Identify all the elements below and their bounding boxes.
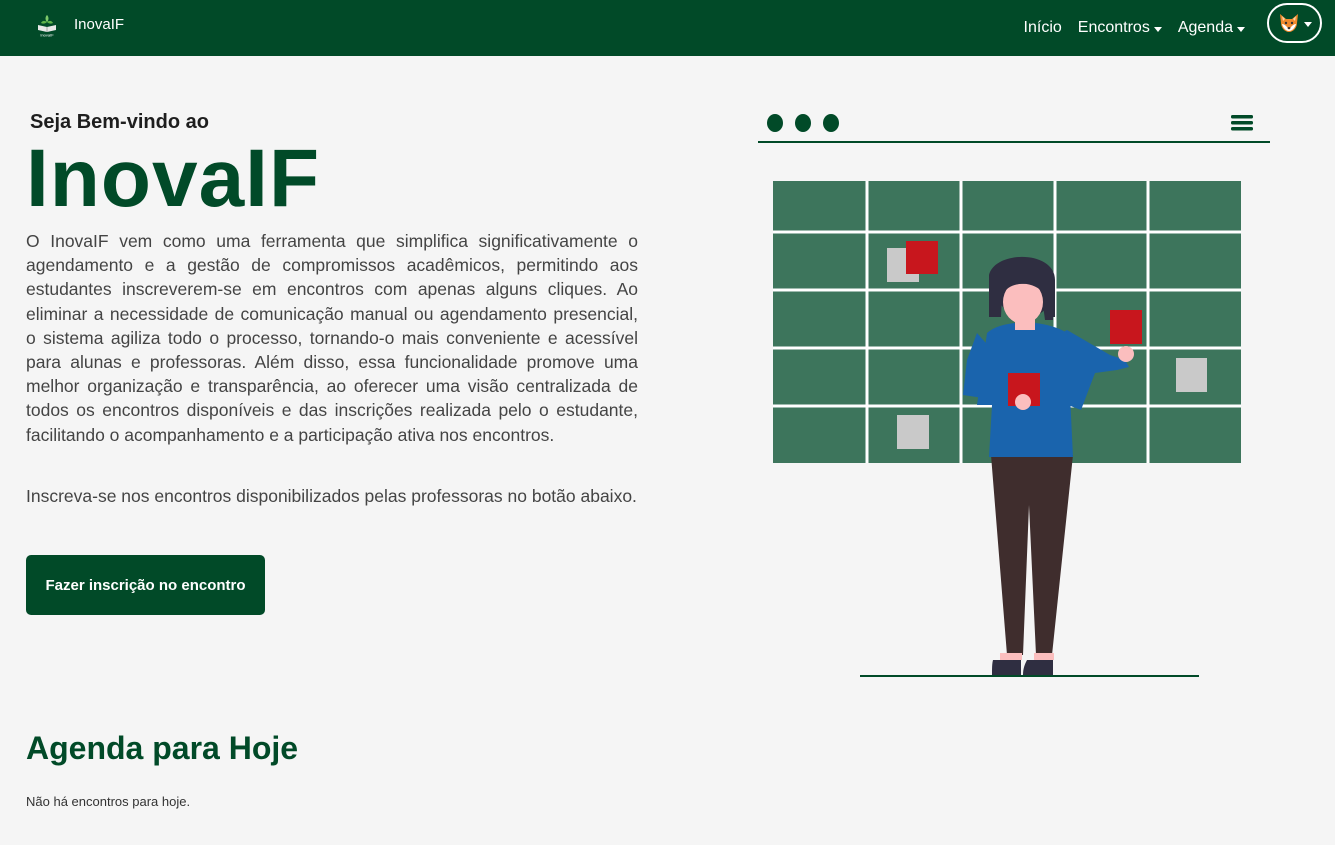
- brand-name: InovaIF: [74, 15, 125, 33]
- hero-title: InovaIF: [26, 133, 321, 224]
- window-dot-icon: [767, 114, 783, 132]
- nav-item-inicio[interactable]: Início: [1024, 19, 1062, 37]
- browser-header: [758, 114, 1270, 143]
- nav-item-encontros[interactable]: Encontros: [1078, 19, 1162, 37]
- hero-description: O InovaIF vem como uma ferramenta que si…: [26, 231, 638, 445]
- nav-item-agenda[interactable]: Agenda: [1178, 19, 1245, 37]
- svg-text:InovaIF: InovaIF: [40, 33, 54, 38]
- agenda-title: Agenda para Hoje: [26, 730, 299, 766]
- navbar: InovaIF InovaIF Início Encontros Agenda: [0, 0, 1335, 56]
- calendar-woman-illustration: [758, 114, 1270, 677]
- window-dot-icon: [795, 114, 811, 132]
- nav-item-label: Agenda: [1177, 19, 1233, 36]
- caret-down-icon: [1237, 26, 1245, 32]
- user-menu-button[interactable]: [1267, 3, 1322, 43]
- nav-item-label: Encontros: [1077, 19, 1150, 36]
- fox-avatar-icon: [1280, 14, 1298, 32]
- nav-item-label: Início: [1023, 19, 1062, 36]
- welcome-heading: Seja Bem-vindo ao: [30, 111, 209, 133]
- book-plant-logo-icon: InovaIF: [38, 15, 56, 38]
- caret-down-icon: [1153, 26, 1162, 32]
- signup-meeting-button[interactable]: Fazer inscrição no encontro: [26, 555, 265, 615]
- caret-down-icon: [1304, 21, 1312, 27]
- nav-links: Início Encontros Agenda: [1008, 0, 1245, 56]
- hero-cta-text: Inscreva-se nos encontros disponibilizad…: [26, 486, 637, 506]
- hamburger-menu-icon: [1231, 115, 1253, 131]
- brand[interactable]: InovaIF InovaIF: [34, 11, 124, 37]
- agenda-empty-message: Não há encontros para hoje.: [26, 794, 191, 809]
- window-dot-icon: [823, 114, 839, 132]
